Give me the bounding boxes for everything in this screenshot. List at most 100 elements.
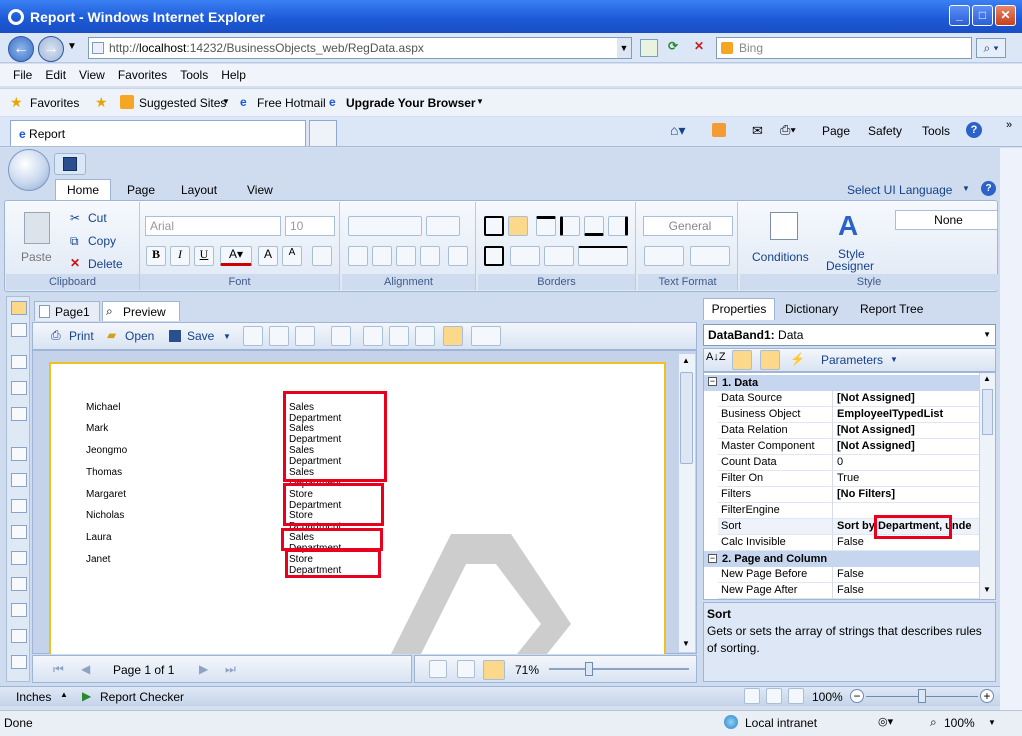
protected-mode-icon[interactable]: ◎▾ bbox=[878, 715, 893, 728]
categorized-icon[interactable] bbox=[732, 350, 752, 370]
property-value[interactable]: True bbox=[837, 471, 980, 486]
url-dropdown-icon[interactable]: ▼ bbox=[617, 38, 631, 58]
menu-help[interactable]: Help bbox=[221, 68, 246, 82]
property-value[interactable]: [Not Assigned] bbox=[837, 423, 980, 438]
stop-icon[interactable]: ✕ bbox=[690, 39, 708, 57]
zipcode-tool-icon[interactable] bbox=[11, 655, 27, 669]
paste-label[interactable]: Paste bbox=[21, 250, 52, 264]
tab-dictionary[interactable]: Dictionary bbox=[785, 302, 838, 316]
help-icon[interactable]: ? bbox=[966, 122, 982, 138]
save-button[interactable]: Save bbox=[187, 329, 214, 343]
text-format-select[interactable]: General bbox=[643, 216, 733, 236]
font-size-select[interactable]: 10 bbox=[285, 216, 335, 236]
find-icon[interactable] bbox=[331, 326, 351, 346]
top-border-icon[interactable] bbox=[536, 216, 556, 236]
status-zoom-value[interactable]: 100% bbox=[944, 716, 975, 730]
grow-font-button[interactable]: A bbox=[258, 246, 278, 266]
props-scroll-down-icon[interactable]: ▼ bbox=[983, 585, 991, 594]
align-center-icon[interactable] bbox=[372, 246, 392, 266]
ribbon-tab-home[interactable]: Home bbox=[55, 179, 111, 201]
shape-tool-icon[interactable] bbox=[11, 577, 27, 591]
view-single-icon[interactable] bbox=[429, 660, 447, 678]
properties-view-icon[interactable] bbox=[760, 350, 780, 370]
status-view-3-icon[interactable] bbox=[788, 688, 804, 704]
clear-format-icon[interactable] bbox=[312, 246, 332, 266]
menu-view[interactable]: View bbox=[79, 68, 105, 82]
menu-file[interactable]: File bbox=[13, 68, 32, 82]
feeds-icon[interactable] bbox=[712, 123, 726, 137]
underline-button[interactable]: U bbox=[194, 246, 214, 266]
browser-tab-report[interactable]: e Report bbox=[10, 120, 306, 146]
delete-button[interactable]: Delete bbox=[88, 257, 123, 271]
hotmail-link[interactable]: Free Hotmail bbox=[257, 96, 326, 110]
category-data[interactable]: 1. Data bbox=[704, 375, 980, 391]
bold-button[interactable]: B bbox=[146, 246, 166, 266]
right-border-icon[interactable] bbox=[608, 216, 628, 236]
designer-zoom-thumb[interactable] bbox=[918, 689, 926, 703]
parameters-menu[interactable]: Parameters bbox=[821, 353, 883, 367]
property-row[interactable]: Data Relation [Not Assigned] bbox=[718, 423, 980, 439]
first-page-icon[interactable]: ⏮ bbox=[53, 662, 64, 677]
next-page-icon[interactable]: ▶ bbox=[199, 662, 208, 676]
back-button[interactable]: ← bbox=[8, 36, 34, 62]
style-designer-label-2[interactable]: Designer bbox=[826, 259, 874, 273]
home-icon[interactable]: ⌂▾ bbox=[670, 122, 685, 139]
property-value[interactable]: [Not Assigned] bbox=[837, 439, 980, 454]
bottom-border-icon[interactable] bbox=[584, 216, 604, 236]
thumbnails-icon[interactable] bbox=[295, 326, 315, 346]
ribbon-tab-page[interactable]: Page bbox=[127, 183, 155, 197]
align-right-icon[interactable] bbox=[396, 246, 416, 266]
word-wrap-icon[interactable] bbox=[448, 246, 468, 266]
left-border-icon[interactable] bbox=[560, 216, 580, 236]
copy-button[interactable]: Copy bbox=[88, 234, 116, 248]
favorites-button[interactable]: Favorites bbox=[30, 96, 79, 110]
property-value[interactable]: False bbox=[837, 583, 980, 598]
component-dropdown-icon[interactable]: ▼ bbox=[983, 325, 991, 345]
property-row[interactable]: Master Component [Not Assigned] bbox=[718, 439, 980, 455]
scroll-down-icon[interactable]: ▼ bbox=[682, 639, 690, 648]
property-row[interactable]: Filter On True bbox=[718, 471, 980, 487]
page-tab-preview[interactable]: Preview bbox=[102, 301, 180, 321]
border-style-select[interactable] bbox=[578, 246, 628, 266]
component-select[interactable]: DataBand1: Data ▼ bbox=[703, 324, 996, 346]
ribbon-tab-view[interactable]: View bbox=[247, 183, 273, 197]
properties-scrollbar[interactable]: ▲ ▼ bbox=[979, 373, 995, 599]
status-zoom-icon[interactable]: ⌕ bbox=[930, 715, 937, 730]
status-zoom-dropdown-icon[interactable]: ▼ bbox=[988, 718, 996, 727]
suggested-sites-link[interactable]: Suggested Sites bbox=[139, 96, 226, 110]
chevron-right-icon[interactable]: » bbox=[1006, 119, 1012, 131]
props-scroll-up-icon[interactable]: ▲ bbox=[983, 374, 991, 383]
cross-band-tool-icon[interactable] bbox=[11, 381, 27, 395]
preview-scroll-thumb[interactable] bbox=[680, 372, 693, 464]
url-input[interactable]: http://localhost:14232/BusinessObjects_w… bbox=[88, 37, 632, 59]
richtext-tool-icon[interactable] bbox=[11, 473, 27, 487]
image-tool-icon[interactable] bbox=[11, 499, 27, 513]
add-favorite-icon[interactable]: ★ bbox=[95, 94, 108, 111]
align-justify-icon[interactable] bbox=[420, 246, 440, 266]
menu-edit[interactable]: Edit bbox=[45, 68, 66, 82]
fill-color-button[interactable] bbox=[510, 246, 540, 266]
shadow-icon[interactable] bbox=[484, 246, 504, 266]
tools-menu[interactable]: Tools bbox=[922, 124, 950, 138]
maximize-button[interactable]: □ bbox=[972, 5, 993, 26]
cut-button[interactable]: Cut bbox=[88, 211, 107, 225]
save-dropdown-icon[interactable]: ▼ bbox=[223, 332, 231, 341]
select-ui-language[interactable]: Select UI Language bbox=[847, 183, 952, 197]
zoom-slider-track[interactable] bbox=[549, 668, 689, 670]
pan-tool-icon[interactable] bbox=[11, 323, 27, 337]
search-input[interactable]: Bing bbox=[716, 37, 972, 59]
tab-properties[interactable]: Properties bbox=[703, 298, 775, 320]
props-scroll-thumb[interactable] bbox=[982, 389, 993, 435]
zoom-in-icon[interactable]: + bbox=[980, 689, 994, 703]
multiple-pages-icon[interactable] bbox=[471, 326, 501, 346]
minimize-button[interactable]: _ bbox=[949, 5, 970, 26]
format-currency-icon[interactable] bbox=[644, 246, 684, 266]
mail-icon[interactable]: ✉ bbox=[752, 123, 763, 139]
property-row[interactable]: Count Data 0 bbox=[718, 455, 980, 471]
application-menu-button[interactable] bbox=[8, 149, 50, 191]
forward-button[interactable]: → bbox=[38, 36, 64, 62]
align-left-icon[interactable] bbox=[348, 246, 368, 266]
print-button[interactable]: Print bbox=[69, 329, 94, 343]
property-row[interactable]: New Page After False bbox=[718, 583, 980, 599]
rotate-button[interactable] bbox=[426, 216, 460, 236]
